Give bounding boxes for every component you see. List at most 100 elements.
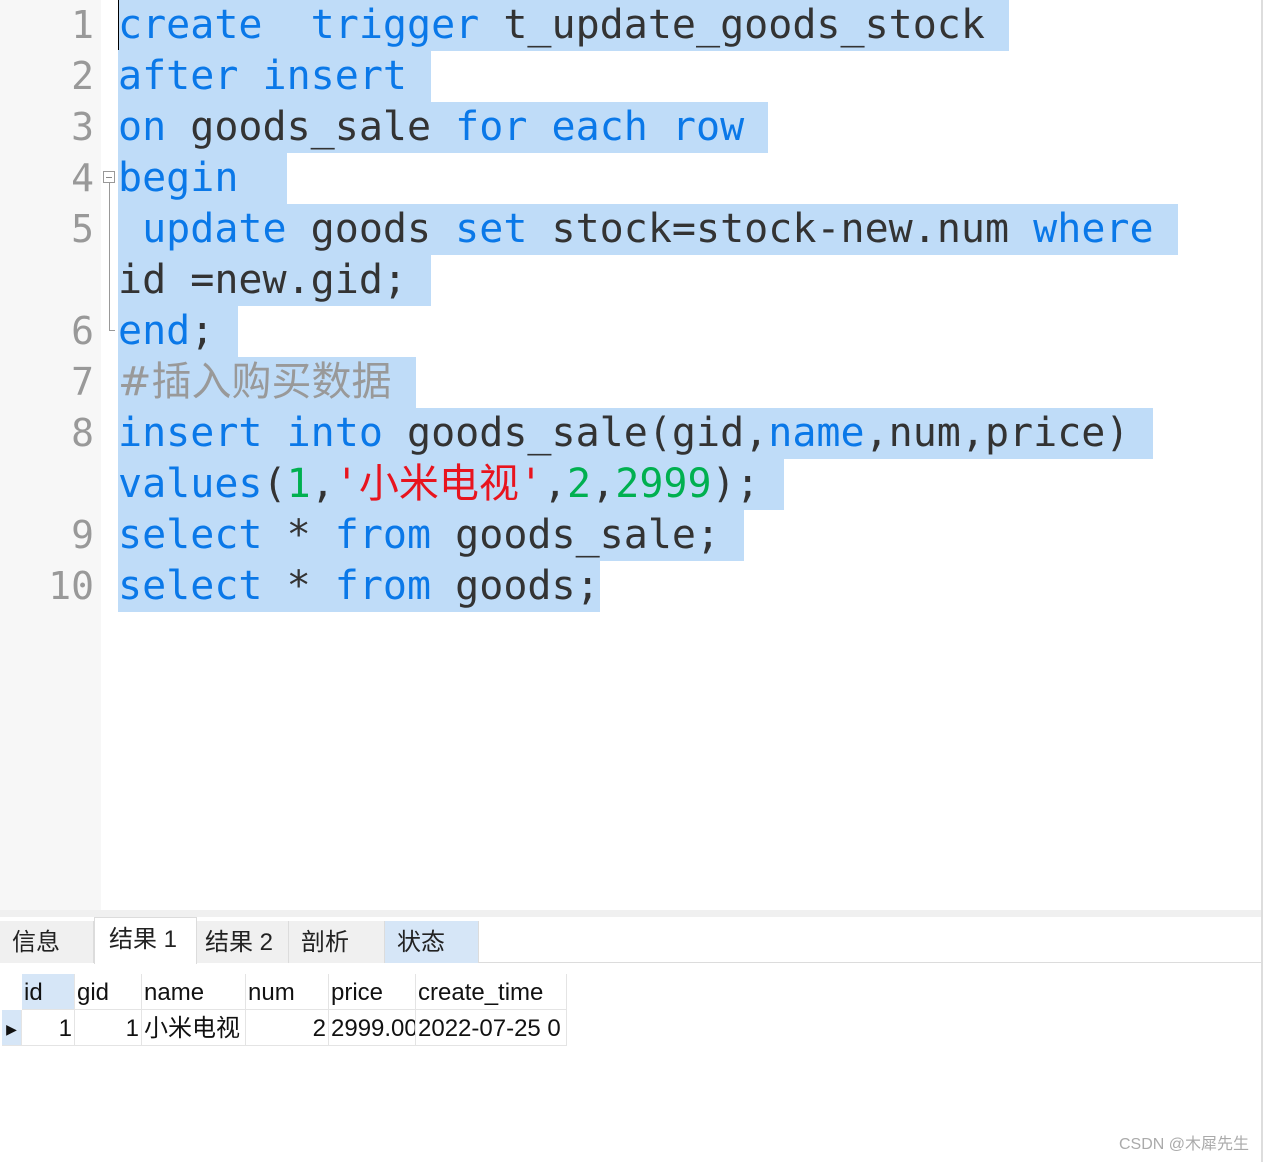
number-literal: 2 [567,461,592,507]
cell-gid[interactable]: 1 [75,1010,142,1046]
keyword: from [334,563,432,609]
keyword: row [671,104,745,150]
tab-result-1[interactable]: 结果 1 [94,917,197,964]
line-number: 10 [48,564,94,608]
line-number: 8 [71,411,94,455]
line-number: 7 [71,360,94,404]
keyword: for [455,104,528,150]
code-line[interactable]: 6 end; [0,306,1262,357]
corner-cell [2,974,22,1010]
line-number [0,255,98,306]
identifier: goods_sale; [431,512,721,558]
row-selector-arrow-icon[interactable]: ▶ [2,1010,22,1046]
keyword: trigger [310,2,480,48]
code-line[interactable]: id =new.gid; [0,255,1262,306]
identifier: goods_sale [166,104,456,150]
column-header-gid[interactable]: gid [75,974,142,1010]
code-line[interactable]: 3 on goods_sale for each row [0,102,1262,153]
tab-result-2[interactable]: 结果 2 [197,921,289,963]
result-tabs: 信息 结果 1 结果 2 剖析 状态 [0,917,1262,964]
cell-name[interactable]: 小米电视 [142,1010,246,1046]
keyword: insert [262,53,408,99]
code-text: update goods set stock=stock-new.num whe… [118,204,1178,255]
keyword: end [118,308,191,354]
identifier: goods_sale(gid, [382,410,769,456]
identifier: ( [262,461,287,507]
code-text: on goods_sale for each row [118,102,769,153]
line-number: 9 [71,513,94,557]
code-line[interactable]: 8 insert into goods_sale(gid,name,num,pri… [0,408,1262,459]
column-header-name[interactable]: name [142,974,246,1010]
tab-status[interactable]: 状态 [385,921,479,963]
identifier [648,104,672,150]
code-text: create trigger t_update_goods_stock [118,0,1009,51]
identifier: * [262,563,335,609]
identifier [527,104,551,150]
code-line[interactable]: 2 after insert [0,51,1262,102]
column-header-price[interactable]: price [329,974,416,1010]
code-text: values(1,'小米电视',2,2999); [118,459,784,510]
code-line[interactable]: 7 #插入购买数据 [0,357,1262,408]
code-text: end; [118,306,239,357]
code-line[interactable]: 9 select * from goods_sale; [0,510,1262,561]
code-text: select * from goods; [118,561,600,612]
identifier [238,53,262,99]
line-number: 4 [71,156,94,200]
fold-collapse-icon[interactable] [103,171,115,183]
cell-create-time[interactable]: 2022-07-25 0 [416,1010,567,1046]
cell-price[interactable]: 2999.00 [329,1010,416,1046]
identifier: goods [286,206,456,252]
line-number: 5 [71,207,94,251]
number-literal: 1 [286,461,311,507]
identifier [263,410,287,456]
identifier: stock=stock-new.num [527,206,1034,252]
right-border [1261,0,1263,1162]
code-line[interactable]: 4 begin [0,153,1262,204]
keyword: into [286,410,383,456]
comment: #插入购买数据 [118,359,392,405]
keyword: update [142,206,287,252]
column-header-num[interactable]: num [246,974,329,1010]
line-number [0,459,98,510]
identifier: t_update_goods_stock [479,2,985,48]
tab-profile[interactable]: 剖析 [289,921,385,963]
code-text: #插入购买数据 [118,357,416,408]
code-text: after insert [118,51,432,102]
identifier: id =new.gid; [118,257,407,303]
text-caret [118,0,119,50]
code-line[interactable]: 1 create trigger t_update_goods_stock [0,0,1262,51]
identifier: , [591,461,616,507]
identifier: * [262,512,335,558]
splitter[interactable] [0,910,1262,917]
number-literal: 2999 [615,461,712,507]
column-header-create-time[interactable]: create_time [416,974,567,1010]
sql-editor[interactable]: 1 create trigger t_update_goods_stock 2 aft… [0,0,1262,910]
code-text: select * from goods_sale; [118,510,745,561]
identifier: ); [711,461,760,507]
code-text: id =new.gid; [118,255,431,306]
column-header-id[interactable]: id [22,974,75,1010]
identifier: ; [190,308,215,354]
identifier: ,num,price) [864,410,1130,456]
keyword: select [118,512,263,558]
line-number: 6 [71,309,94,353]
keyword: select [118,563,263,609]
tab-info[interactable]: 信息 [0,921,94,963]
keyword: name [768,410,865,456]
line-number: 3 [71,105,94,149]
keyword: each [551,104,648,150]
keyword: insert [118,410,263,456]
identifier: , [542,461,568,507]
code-line[interactable]: 5 update goods set stock=stock-new.num w… [0,204,1262,255]
cell-id[interactable]: 1 [22,1010,75,1046]
keyword: on [118,104,167,150]
code-line[interactable]: values(1,'小米电视',2,2999); [0,459,1262,510]
code-line[interactable]: 10 select * from goods; [0,561,1262,612]
line-number: 1 [71,3,94,47]
line-number: 2 [71,54,94,98]
keyword: values [118,461,263,507]
keyword: where [1033,206,1154,252]
cell-num[interactable]: 2 [246,1010,329,1046]
keyword: set [455,206,528,252]
watermark: CSDN @木犀先生 [1118,1136,1249,1153]
